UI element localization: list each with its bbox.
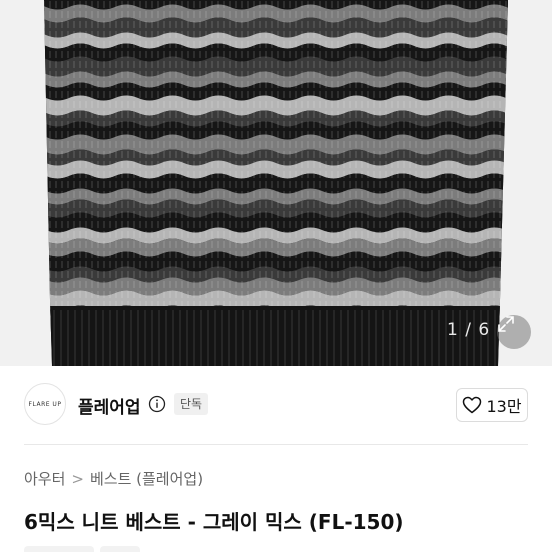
rib-line	[60, 310, 62, 366]
rib-line	[403, 310, 405, 366]
rib-line	[179, 310, 181, 366]
rib-line	[144, 310, 146, 366]
seller-logo-text: FLARE UP	[28, 400, 62, 408]
rib-line	[424, 310, 426, 366]
rib-line	[151, 310, 153, 366]
rib-line	[249, 310, 251, 366]
image-counter: 1 / 6	[447, 320, 491, 340]
rib-line	[263, 310, 265, 366]
rib-line	[312, 310, 314, 366]
rib-line	[396, 310, 398, 366]
rib-line	[389, 310, 391, 366]
rib-line	[137, 310, 139, 366]
rib-line	[438, 310, 440, 366]
rib-line	[67, 310, 69, 366]
knit-vest-image	[0, 0, 552, 366]
breadcrumb-separator: >	[71, 469, 84, 488]
product-title: 6믹스 니트 베스트 - 그레이 믹스 (FL-150)	[24, 510, 404, 534]
rib-line	[186, 310, 188, 366]
rib-line	[319, 310, 321, 366]
rib-line	[165, 310, 167, 366]
expand-icon	[498, 316, 514, 332]
breadcrumb-item-vest[interactable]: 베스트 (플레어업)	[90, 468, 203, 489]
rib-line	[340, 310, 342, 366]
rib-line	[494, 310, 496, 366]
rib-line	[81, 310, 83, 366]
divider	[24, 444, 528, 445]
like-button[interactable]: 13만	[456, 388, 528, 422]
rib-line	[298, 310, 300, 366]
rib-line	[200, 310, 202, 366]
rib-line	[256, 310, 258, 366]
rib-line	[326, 310, 328, 366]
rib-line	[88, 310, 90, 366]
rib-line	[228, 310, 230, 366]
rib-line	[235, 310, 237, 366]
expand-button[interactable]	[497, 315, 531, 349]
product-tags	[24, 546, 140, 552]
rib-line	[270, 310, 272, 366]
rib-line	[95, 310, 97, 366]
seller-row: FLARE UP 플레어업 단독 13만	[0, 366, 552, 444]
info-icon[interactable]	[148, 395, 166, 413]
rib-line	[123, 310, 125, 366]
rib-line	[410, 310, 412, 366]
rib-line	[74, 310, 76, 366]
rib-line	[291, 310, 293, 366]
seller-name[interactable]: 플레어업	[78, 393, 141, 418]
rib-line	[375, 310, 377, 366]
rib-line	[417, 310, 419, 366]
rib-line	[242, 310, 244, 366]
rib-line	[207, 310, 209, 366]
rib-line	[130, 310, 132, 366]
rib-line	[284, 310, 286, 366]
breadcrumb-item-outer[interactable]: 아우터	[24, 468, 65, 489]
tag-chip[interactable]	[100, 546, 140, 552]
rib-line	[382, 310, 384, 366]
rib-line	[221, 310, 223, 366]
rib-line	[305, 310, 307, 366]
rib-line	[158, 310, 160, 366]
rib-line	[172, 310, 174, 366]
breadcrumb: 아우터 > 베스트 (플레어업)	[24, 468, 203, 489]
rib-line	[214, 310, 216, 366]
rib-line	[53, 310, 55, 366]
rib-line	[368, 310, 370, 366]
heart-icon	[463, 396, 482, 414]
rib-line	[116, 310, 118, 366]
rib-line	[333, 310, 335, 366]
rib-line	[431, 310, 433, 366]
like-count: 13만	[486, 397, 522, 416]
rib-line	[277, 310, 279, 366]
tag-chip[interactable]	[24, 546, 94, 552]
seller-avatar[interactable]: FLARE UP	[24, 383, 66, 425]
rib-line	[361, 310, 363, 366]
rib-line	[347, 310, 349, 366]
rib-line	[354, 310, 356, 366]
rib-line	[102, 310, 104, 366]
rib-line	[109, 310, 111, 366]
rib-line	[193, 310, 195, 366]
product-image-gallery[interactable]: 1 / 6	[0, 0, 552, 366]
exclusive-badge: 단독	[174, 393, 209, 415]
